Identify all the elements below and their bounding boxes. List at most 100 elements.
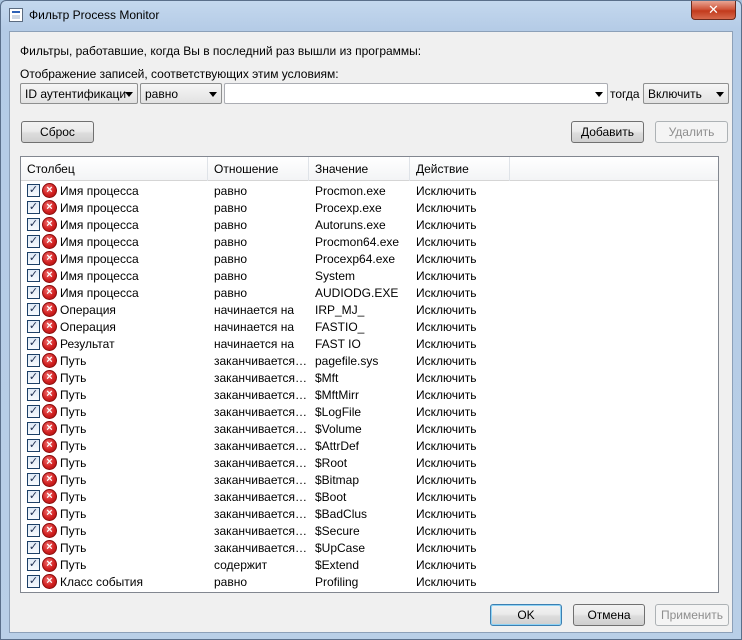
checkbox-checked-icon[interactable]: ✓ — [27, 422, 40, 435]
header-action[interactable]: Действие — [410, 157, 510, 181]
exclude-red-x-icon: × — [42, 251, 57, 266]
exclude-red-x-icon: × — [42, 404, 57, 419]
column-combo[interactable]: ID аутентификаци — [20, 83, 138, 104]
checkbox-checked-icon[interactable]: ✓ — [27, 354, 40, 367]
cell-action: Исключить — [416, 422, 477, 436]
cell-relation: заканчивается ... — [214, 524, 307, 538]
table-row[interactable]: ✓ × Имя процесса равно Autoruns.exe Исключить — [21, 216, 718, 233]
cell-relation: заканчивается ... — [214, 490, 307, 504]
cell-relation: заканчивается ... — [214, 388, 307, 402]
cell-value: IRP_MJ_ — [315, 303, 365, 317]
checkbox-checked-icon[interactable]: ✓ — [27, 201, 40, 214]
chevron-down-icon — [209, 92, 217, 97]
table-row[interactable]: ✓ × Путь заканчивается ... $UpCase Исключить — [21, 539, 718, 556]
exclude-red-x-icon: × — [42, 234, 57, 249]
checkbox-checked-icon[interactable]: ✓ — [27, 218, 40, 231]
checkbox-checked-icon[interactable]: ✓ — [27, 439, 40, 452]
exclude-red-x-icon: × — [42, 387, 57, 402]
checkbox-checked-icon[interactable]: ✓ — [27, 303, 40, 316]
checkbox-checked-icon[interactable]: ✓ — [27, 456, 40, 469]
cell-column: Путь — [60, 507, 87, 521]
cell-value: $MftMirr — [315, 388, 359, 402]
checkbox-checked-icon[interactable]: ✓ — [27, 184, 40, 197]
remove-button[interactable]: Удалить — [655, 121, 728, 143]
checkbox-checked-icon[interactable]: ✓ — [27, 558, 40, 571]
table-row[interactable]: ✓ × Путь заканчивается ... $Mft Исключить — [21, 369, 718, 386]
ok-button[interactable]: OK — [490, 604, 562, 626]
checkbox-checked-icon[interactable]: ✓ — [27, 286, 40, 299]
table-row[interactable]: ✓ × Операция начинается на IRP_MJ_ Исключить — [21, 301, 718, 318]
cell-relation: заканчивается ... — [214, 456, 307, 470]
cell-relation: заканчивается ... — [214, 422, 307, 436]
cell-action: Исключить — [416, 456, 477, 470]
checkbox-checked-icon[interactable]: ✓ — [27, 388, 40, 401]
cell-column: Путь — [60, 473, 87, 487]
header-column[interactable]: Столбец — [21, 157, 208, 181]
add-button[interactable]: Добавить — [571, 121, 644, 143]
checkbox-checked-icon[interactable]: ✓ — [27, 405, 40, 418]
table-row[interactable]: ✓ × Путь заканчивается ... $Boot Исключить — [21, 488, 718, 505]
checkbox-checked-icon[interactable]: ✓ — [27, 541, 40, 554]
cell-value: $LogFile — [315, 405, 362, 419]
cell-action: Исключить — [416, 541, 477, 555]
checkbox-checked-icon[interactable]: ✓ — [27, 507, 40, 520]
cell-relation: заканчивается ... — [214, 541, 307, 555]
close-button[interactable]: ✕ — [691, 1, 736, 20]
cell-value: $AttrDef — [315, 439, 360, 453]
cell-relation: содержит — [214, 558, 268, 572]
cell-column: Путь — [60, 405, 87, 419]
table-row[interactable]: ✓ × Путь заканчивается ... $AttrDef Исключить — [21, 437, 718, 454]
cell-action: Исключить — [416, 269, 477, 283]
table-row[interactable]: ✓ × Путь заканчивается ... $Root Исключить — [21, 454, 718, 471]
filter-list[interactable]: Столбец Отношение Значение Действие ✓ × Им… — [20, 156, 719, 593]
checkbox-checked-icon[interactable]: ✓ — [27, 337, 40, 350]
header-value[interactable]: Значение — [309, 157, 410, 181]
action-combo[interactable]: Включить — [643, 83, 729, 104]
checkbox-checked-icon[interactable]: ✓ — [27, 320, 40, 333]
title-bar: Фильтр Process Monitor ✕ — [1, 1, 741, 31]
cell-action: Исключить — [416, 235, 477, 249]
table-row[interactable]: ✓ × Имя процесса равно Procexp.exe Исключить — [21, 199, 718, 216]
cell-action: Исключить — [416, 490, 477, 504]
table-row[interactable]: ✓ × Имя процесса равно Procmon64.exe Исключит… — [21, 233, 718, 250]
table-row[interactable]: ✓ × Путь содержит $Extend Исключить — [21, 556, 718, 573]
table-row[interactable]: ✓ × Имя процесса равно System Исключить — [21, 267, 718, 284]
checkbox-checked-icon[interactable]: ✓ — [27, 490, 40, 503]
table-row[interactable]: ✓ × Путь заканчивается ... $Volume Исключить — [21, 420, 718, 437]
checkbox-checked-icon[interactable]: ✓ — [27, 371, 40, 384]
table-row[interactable]: ✓ × Путь заканчивается ... $Secure Исключить — [21, 522, 718, 539]
relation-combo[interactable]: равно — [140, 83, 222, 104]
cell-relation: заканчивается ... — [214, 507, 307, 521]
header-relation[interactable]: Отношение — [208, 157, 309, 181]
cell-action: Исключить — [416, 558, 477, 572]
table-row[interactable]: ✓ × Класс события равно Profiling Исключить — [21, 573, 718, 590]
display-conditions-label: Отображение записей, соответствующих эти… — [20, 67, 339, 81]
table-row[interactable]: ✓ × Путь заканчивается ... $MftMirr Исключить — [21, 386, 718, 403]
table-row[interactable]: ✓ × Результат начинается на FAST IO Исключить — [21, 335, 718, 352]
cancel-button[interactable]: Отмена — [573, 604, 645, 626]
checkbox-checked-icon[interactable]: ✓ — [27, 235, 40, 248]
table-row[interactable]: ✓ × Путь заканчивается ... $LogFile Исключить — [21, 403, 718, 420]
exclude-red-x-icon: × — [42, 523, 57, 538]
checkbox-checked-icon[interactable]: ✓ — [27, 252, 40, 265]
table-row[interactable]: ✓ × Путь заканчивается ... $Bitmap Исключить — [21, 471, 718, 488]
value-combo[interactable] — [224, 83, 608, 104]
reset-button[interactable]: Сброс — [21, 121, 94, 143]
table-row[interactable]: ✓ × Путь заканчивается ... pagefile.sys Исклю… — [21, 352, 718, 369]
checkbox-checked-icon[interactable]: ✓ — [27, 473, 40, 486]
exclude-red-x-icon: × — [42, 540, 57, 555]
cell-action: Исключить — [416, 201, 477, 215]
cell-column: Путь — [60, 354, 87, 368]
apply-button[interactable]: Применить — [655, 604, 729, 626]
cell-value: Procmon64.exe — [315, 235, 400, 249]
table-row[interactable]: ✓ × Имя процесса равно Procexp64.exe Исключит… — [21, 250, 718, 267]
checkbox-checked-icon[interactable]: ✓ — [27, 269, 40, 282]
table-row[interactable]: ✓ × Имя процесса равно Procmon.exe Исключить — [21, 182, 718, 199]
checkbox-checked-icon[interactable]: ✓ — [27, 524, 40, 537]
table-row[interactable]: ✓ × Путь заканчивается ... $BadClus Исключить — [21, 505, 718, 522]
cell-value: Procexp.exe — [315, 201, 382, 215]
table-row[interactable]: ✓ × Операция начинается на FASTIO_ Исключить — [21, 318, 718, 335]
table-row[interactable]: ✓ × Имя процесса равно AUDIODG.EXE Исключить — [21, 284, 718, 301]
checkbox-checked-icon[interactable]: ✓ — [27, 575, 40, 588]
exclude-red-x-icon: × — [42, 455, 57, 470]
